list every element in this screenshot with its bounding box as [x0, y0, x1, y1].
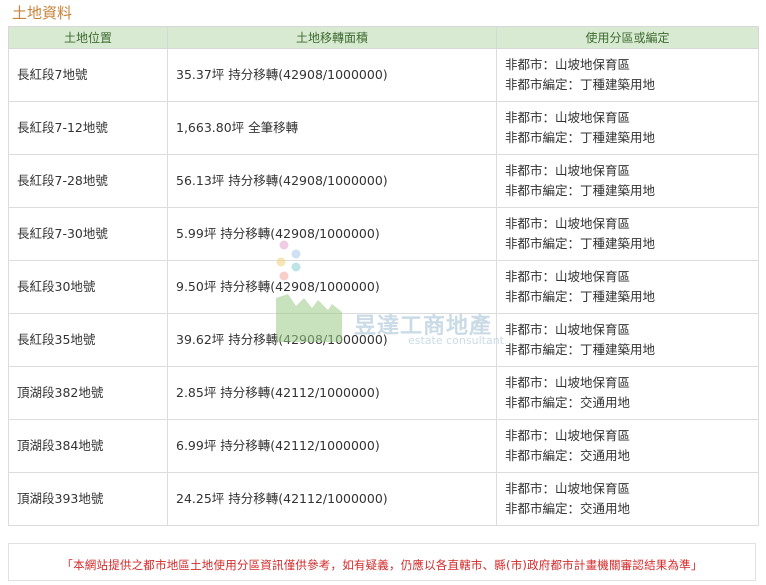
cell-area: 5.99坪 持分移轉(42908/1000000)	[167, 207, 497, 261]
cell-zoning: 非都市：山坡地保育區 非都市編定：交通用地	[496, 419, 759, 473]
cell-location: 長紅段7地號	[8, 48, 168, 102]
cell-location: 長紅段30地號	[8, 260, 168, 314]
table-row: 頂湖段393地號 24.25坪 持分移轉(42112/1000000) 非都市：…	[8, 472, 759, 526]
cell-location: 頂湖段384地號	[8, 419, 168, 473]
section-title: 土地資料	[12, 4, 73, 22]
zoning-district: 非都市：山坡地保育區	[505, 322, 631, 337]
cell-area: 2.85坪 持分移轉(42112/1000000)	[167, 366, 497, 420]
zoning-designation: 非都市編定：交通用地	[505, 395, 631, 410]
zoning-designation: 非都市編定：丁種建築用地	[505, 130, 656, 145]
cell-area: 6.99坪 持分移轉(42112/1000000)	[167, 419, 497, 473]
cell-zoning: 非都市：山坡地保育區 非都市編定：丁種建築用地	[496, 48, 759, 102]
zoning-designation: 非都市編定：丁種建築用地	[505, 289, 656, 304]
disclaimer-box: 「本網站提供之都市地區土地使用分區資訊僅供參考，如有疑義，仍應以各直轄市、縣(市…	[8, 543, 756, 581]
zoning-district: 非都市：山坡地保育區	[505, 110, 631, 125]
cell-zoning: 非都市：山坡地保育區 非都市編定：丁種建築用地	[496, 207, 759, 261]
table-row: 長紅段7-30地號 5.99坪 持分移轉(42908/1000000) 非都市：…	[8, 207, 759, 261]
cell-location: 長紅段7-30地號	[8, 207, 168, 261]
column-header-zoning: 使用分區或編定	[496, 26, 759, 49]
column-header-location: 土地位置	[8, 26, 168, 49]
cell-zoning: 非都市：山坡地保育區 非都市編定：交通用地	[496, 366, 759, 420]
zoning-district: 非都市：山坡地保育區	[505, 269, 631, 284]
cell-zoning: 非都市：山坡地保育區 非都市編定：交通用地	[496, 472, 759, 526]
cell-area: 24.25坪 持分移轉(42112/1000000)	[167, 472, 497, 526]
zoning-district: 非都市：山坡地保育區	[505, 428, 631, 443]
cell-location: 頂湖段382地號	[8, 366, 168, 420]
zoning-district: 非都市：山坡地保育區	[505, 481, 631, 496]
cell-zoning: 非都市：山坡地保育區 非都市編定：丁種建築用地	[496, 260, 759, 314]
table-row: 長紅段7-12地號 1,663.80坪 全筆移轉 非都市：山坡地保育區 非都市編…	[8, 101, 759, 155]
zoning-designation: 非都市編定：交通用地	[505, 501, 631, 516]
cell-location: 長紅段7-28地號	[8, 154, 168, 208]
cell-location: 長紅段35地號	[8, 313, 168, 367]
table-row: 頂湖段382地號 2.85坪 持分移轉(42112/1000000) 非都市：山…	[8, 366, 759, 420]
cell-area: 9.50坪 持分移轉(42908/1000000)	[167, 260, 497, 314]
zoning-district: 非都市：山坡地保育區	[505, 57, 631, 72]
table-header-row: 土地位置 土地移轉面積 使用分區或編定	[8, 26, 759, 49]
zoning-designation: 非都市編定：丁種建築用地	[505, 342, 656, 357]
cell-area: 35.37坪 持分移轉(42908/1000000)	[167, 48, 497, 102]
column-header-area: 土地移轉面積	[167, 26, 497, 49]
zoning-designation: 非都市編定：交通用地	[505, 448, 631, 463]
table-row: 長紅段7-28地號 56.13坪 持分移轉(42908/1000000) 非都市…	[8, 154, 759, 208]
zoning-district: 非都市：山坡地保育區	[505, 163, 631, 178]
cell-area: 39.62坪 持分移轉(42908/1000000)	[167, 313, 497, 367]
cell-zoning: 非都市：山坡地保育區 非都市編定：丁種建築用地	[496, 101, 759, 155]
zoning-district: 非都市：山坡地保育區	[505, 216, 631, 231]
cell-zoning: 非都市：山坡地保育區 非都市編定：丁種建築用地	[496, 154, 759, 208]
cell-location: 長紅段7-12地號	[8, 101, 168, 155]
table-row: 長紅段30地號 9.50坪 持分移轉(42908/1000000) 非都市：山坡…	[8, 260, 759, 314]
cell-area: 1,663.80坪 全筆移轉	[167, 101, 497, 155]
zoning-district: 非都市：山坡地保育區	[505, 375, 631, 390]
table-row: 長紅段7地號 35.37坪 持分移轉(42908/1000000) 非都市：山坡…	[8, 48, 759, 102]
cell-zoning: 非都市：山坡地保育區 非都市編定：丁種建築用地	[496, 313, 759, 367]
table-row: 頂湖段384地號 6.99坪 持分移轉(42112/1000000) 非都市：山…	[8, 419, 759, 473]
cell-location: 頂湖段393地號	[8, 472, 168, 526]
zoning-designation: 非都市編定：丁種建築用地	[505, 236, 656, 251]
table-row: 長紅段35地號 39.62坪 持分移轉(42908/1000000) 非都市：山…	[8, 313, 759, 367]
disclaimer-text: 「本網站提供之都市地區土地使用分區資訊僅供參考，如有疑義，仍應以各直轄市、縣(市…	[61, 558, 703, 572]
land-data-table: 土地位置 土地移轉面積 使用分區或編定 長紅段7地號 35.37坪 持分移轉(4…	[8, 26, 759, 526]
cell-area: 56.13坪 持分移轉(42908/1000000)	[167, 154, 497, 208]
zoning-designation: 非都市編定：丁種建築用地	[505, 183, 656, 198]
zoning-designation: 非都市編定：丁種建築用地	[505, 77, 656, 92]
